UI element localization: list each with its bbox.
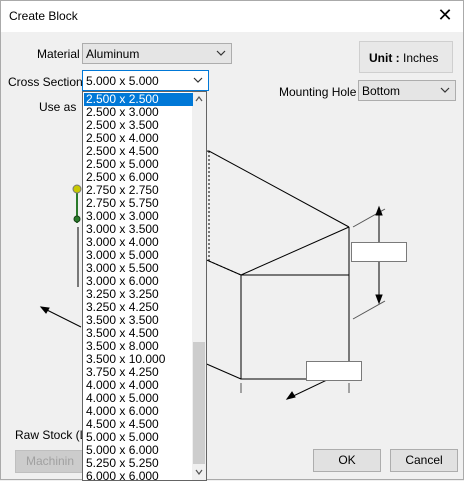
scroll-down-arrow-icon[interactable] bbox=[195, 468, 203, 476]
mounting-hole-label: Mounting Hole bbox=[279, 85, 357, 99]
cross-section-dropdown-list[interactable]: 2.500 x 2.500 2.500 x 3.000 2.500 x 3.500 2… bbox=[82, 91, 207, 481]
material-value: Aluminum bbox=[86, 47, 140, 61]
unit-panel: Unit : Inches bbox=[359, 41, 453, 73]
close-icon[interactable]: ✕ bbox=[433, 4, 457, 28]
dialog-title: Create Block bbox=[9, 9, 78, 23]
cancel-button[interactable]: Cancel bbox=[390, 449, 458, 472]
chevron-down-icon bbox=[193, 77, 203, 83]
create-block-dialog: Create Block ✕ Material Aluminum Cross S… bbox=[0, 0, 464, 481]
mounting-marker-icon bbox=[72, 184, 82, 194]
dropdown-option[interactable]: 6.000 x 6.000 bbox=[84, 470, 193, 481]
block-diagram bbox=[39, 150, 386, 400]
ok-button[interactable]: OK bbox=[313, 449, 381, 472]
cross-section-select[interactable]: 5.000 x 5.000 bbox=[82, 70, 209, 91]
height-dimension-field[interactable] bbox=[351, 242, 407, 262]
unit-label: Unit : bbox=[369, 51, 400, 65]
width-dimension-field[interactable] bbox=[306, 361, 362, 381]
chevron-down-icon bbox=[440, 87, 450, 93]
dropdown-scrollbar[interactable] bbox=[192, 92, 206, 480]
material-select[interactable]: Aluminum bbox=[82, 43, 232, 64]
scrollbar-thumb[interactable] bbox=[193, 342, 205, 464]
mounting-hole-select[interactable]: Bottom bbox=[358, 80, 456, 101]
use-as-label: Use as bbox=[39, 100, 77, 114]
title-bar: Create Block ✕ bbox=[1, 1, 463, 32]
raw-stock-label: Raw Stock (L bbox=[15, 428, 87, 442]
chevron-down-icon bbox=[216, 50, 226, 56]
machining-button[interactable]: Machinin bbox=[15, 450, 85, 473]
cross-section-value: 5.000 x 5.000 bbox=[86, 74, 159, 88]
cross-section-label: Cross Section bbox=[8, 75, 83, 89]
scroll-up-arrow-icon[interactable] bbox=[195, 95, 203, 103]
unit-value: Inches bbox=[403, 51, 439, 65]
material-label: Material bbox=[37, 47, 80, 61]
mounting-hole-value: Bottom bbox=[362, 84, 401, 98]
